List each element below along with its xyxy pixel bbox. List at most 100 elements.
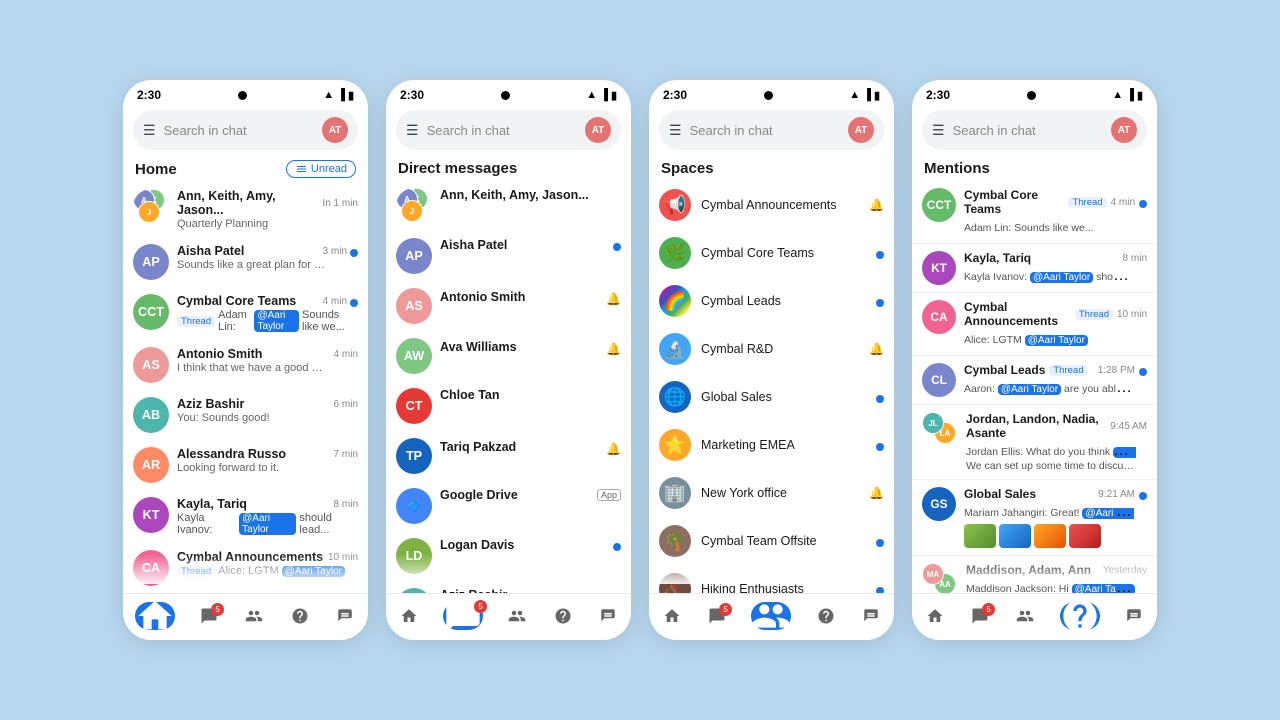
user-avatar[interactable]: AT (1111, 117, 1137, 143)
nav-item-mentions[interactable] (815, 605, 837, 627)
nav-item-home[interactable] (135, 602, 175, 630)
search-bar[interactable]: ☰ Search in chat AT (396, 110, 621, 150)
search-placeholder: Search in chat (427, 123, 577, 138)
space-icon: 🌐 (659, 381, 691, 413)
search-bar[interactable]: ☰ Search in chat AT (659, 110, 884, 150)
nav-item-home[interactable] (398, 605, 420, 627)
chat-content: Google Drive App (440, 488, 621, 503)
chat-time: 4 min (323, 296, 347, 307)
chat-item[interactable]: A K J Ann, Keith, Amy, Jason... In 1 min… (123, 182, 368, 237)
user-avatar[interactable]: AT (322, 117, 348, 143)
unread-filter[interactable]: Unread (286, 160, 356, 178)
nav-item-mentions[interactable] (289, 605, 311, 627)
search-bar[interactable]: ☰ Search in chat AT (133, 110, 358, 150)
section-title: Direct messages (398, 160, 517, 177)
mention-item[interactable]: CL Cymbal Leads Thread 1:28 PM Aaron: @A… (912, 356, 1157, 405)
space-item[interactable]: 📢 Cymbal Announcements 🔔 (649, 181, 894, 229)
nav-item-chat[interactable]: 5 (443, 602, 483, 630)
chat-item[interactable]: CA Cymbal Announcements 10 min Thread Al… (123, 543, 368, 593)
menu-icon[interactable]: ☰ (406, 122, 419, 139)
space-item[interactable]: 🌴 Cymbal Team Offsite (649, 517, 894, 565)
space-item[interactable]: 🏢 New York office 🔔 (649, 469, 894, 517)
img-thumb (1069, 524, 1101, 548)
battery-icon: ▮ (611, 89, 617, 102)
chat-item[interactable]: 🔷 Google Drive App (386, 481, 631, 531)
nav-item-home[interactable] (661, 605, 683, 627)
nav-item-people[interactable] (1014, 605, 1036, 627)
bell-icon[interactable]: 🔔 (606, 342, 621, 356)
user-avatar[interactable]: AT (848, 117, 874, 143)
space-item[interactable]: 🌿 Cymbal Core Teams (649, 229, 894, 277)
space-item[interactable]: 🌈 Cymbal Leads (649, 277, 894, 325)
camera-dot (764, 91, 773, 100)
nav-item-people[interactable] (506, 605, 528, 627)
mention-content: Cymbal Core Teams Thread 4 min Adam Lin:… (964, 188, 1147, 236)
section-header: Home Unread (123, 156, 368, 182)
nav-badge-1: 5 (474, 600, 487, 613)
chat-name: Cymbal Announcements (177, 550, 323, 564)
search-placeholder: Search in chat (953, 123, 1103, 138)
nav-item-chat[interactable]: 5 (706, 605, 728, 627)
mention-item[interactable]: GS Global Sales 9:21 AM Mariam Jahangiri… (912, 480, 1157, 556)
space-item[interactable]: 🥾 Hiking Enthusiasts (649, 565, 894, 593)
space-item[interactable]: 🌐 Global Sales (649, 373, 894, 421)
mention-item[interactable]: JL LA Jordan, Landon, Nadia, Asante 9:45… (912, 405, 1157, 480)
chat-list: A K J Ann, Keith, Amy, Jason... In 1 min… (123, 182, 368, 593)
nav-item-chat[interactable]: 5 (198, 605, 220, 627)
bottom-nav: 5 (123, 593, 368, 640)
bell-icon[interactable]: 🔔 (869, 486, 884, 500)
mention-content: Cymbal Announcements Thread 10 min Alice… (964, 300, 1147, 348)
mention-time: 9:21 AM (1098, 489, 1135, 500)
thread-badge: Thread (1075, 309, 1113, 320)
bell-icon[interactable]: 🔔 (869, 198, 884, 212)
mention-item[interactable]: CA Cymbal Announcements Thread 10 min Al… (912, 293, 1157, 356)
chat-item[interactable]: TP Tariq Pakzad 🔔 (386, 431, 631, 481)
chat-time: 3 min (323, 246, 347, 257)
chat-preview: Sounds like a great plan for the next me… (177, 259, 327, 271)
menu-icon[interactable]: ☰ (143, 122, 156, 139)
chat-item[interactable]: AB Aziz Bashir (386, 581, 631, 593)
chat-item[interactable]: AS Antonio Smith 4 min I think that we h… (123, 340, 368, 390)
chat-item[interactable]: A K J Ann, Keith, Amy, Jason... (386, 181, 631, 231)
nav-item-compose[interactable] (860, 605, 882, 627)
chat-item[interactable]: AP Aisha Patel (386, 231, 631, 281)
unread-dot (876, 251, 884, 259)
mention-item[interactable]: MA AA Maddison, Adam, Ann Yesterday Madd… (912, 556, 1157, 593)
mention-item[interactable]: KT Kayla, Tariq 8 min Kayla Ivanov: @Aar… (912, 244, 1157, 293)
section-header: Mentions (912, 156, 1157, 181)
nav-item-home[interactable] (924, 605, 946, 627)
phones-container: 2:30 ▲ ▐ ▮ ☰ Search in chat AT Home Unre… (123, 80, 1157, 640)
chat-item[interactable]: AR Alessandra Russo 7 min Looking forwar… (123, 440, 368, 490)
chat-item[interactable]: AS Antonio Smith 🔔 (386, 281, 631, 331)
bell-icon[interactable]: 🔔 (869, 342, 884, 356)
chat-item[interactable]: CT Chloe Tan (386, 381, 631, 431)
space-item[interactable]: 🔬 Cymbal R&D 🔔 (649, 325, 894, 373)
chat-item[interactable]: CCT Cymbal Core Teams 4 min Thread Adam … (123, 287, 368, 340)
chat-content: Aziz Bashir (440, 588, 621, 593)
signal-icon: ▐ (863, 89, 871, 101)
bell-icon[interactable]: 🔔 (606, 442, 621, 456)
chat-item[interactable]: AB Aziz Bashir 6 min You: Sounds good! (123, 390, 368, 440)
chat-item[interactable]: KT Kayla, Tariq 8 min Kayla Ivanov: @Aar… (123, 490, 368, 543)
space-item[interactable]: ⭐ Marketing EMEA (649, 421, 894, 469)
nav-item-mentions[interactable] (552, 605, 574, 627)
nav-item-mentions[interactable] (1060, 602, 1100, 630)
menu-icon[interactable]: ☰ (669, 122, 682, 139)
phone-direct: 2:30 ▲ ▐ ▮ ☰ Search in chat AT Direct me… (386, 80, 631, 640)
nav-item-compose[interactable] (1123, 605, 1145, 627)
bell-icon[interactable]: 🔔 (606, 292, 621, 306)
chat-item[interactable]: AW Ava Williams 🔔 (386, 331, 631, 381)
menu-icon[interactable]: ☰ (932, 122, 945, 139)
chat-item[interactable]: LD Logan Davis (386, 531, 631, 581)
nav-item-people[interactable] (751, 602, 791, 630)
battery-icon: ▮ (1137, 89, 1143, 102)
search-placeholder: Search in chat (164, 123, 314, 138)
nav-item-compose[interactable] (334, 605, 356, 627)
nav-item-compose[interactable] (597, 605, 619, 627)
search-bar[interactable]: ☰ Search in chat AT (922, 110, 1147, 150)
chat-item[interactable]: AP Aisha Patel 3 min Sounds like a great… (123, 237, 368, 287)
mention-item[interactable]: CCT Cymbal Core Teams Thread 4 min Adam … (912, 181, 1157, 244)
nav-item-chat[interactable]: 5 (969, 605, 991, 627)
user-avatar[interactable]: AT (585, 117, 611, 143)
nav-item-people[interactable] (243, 605, 265, 627)
